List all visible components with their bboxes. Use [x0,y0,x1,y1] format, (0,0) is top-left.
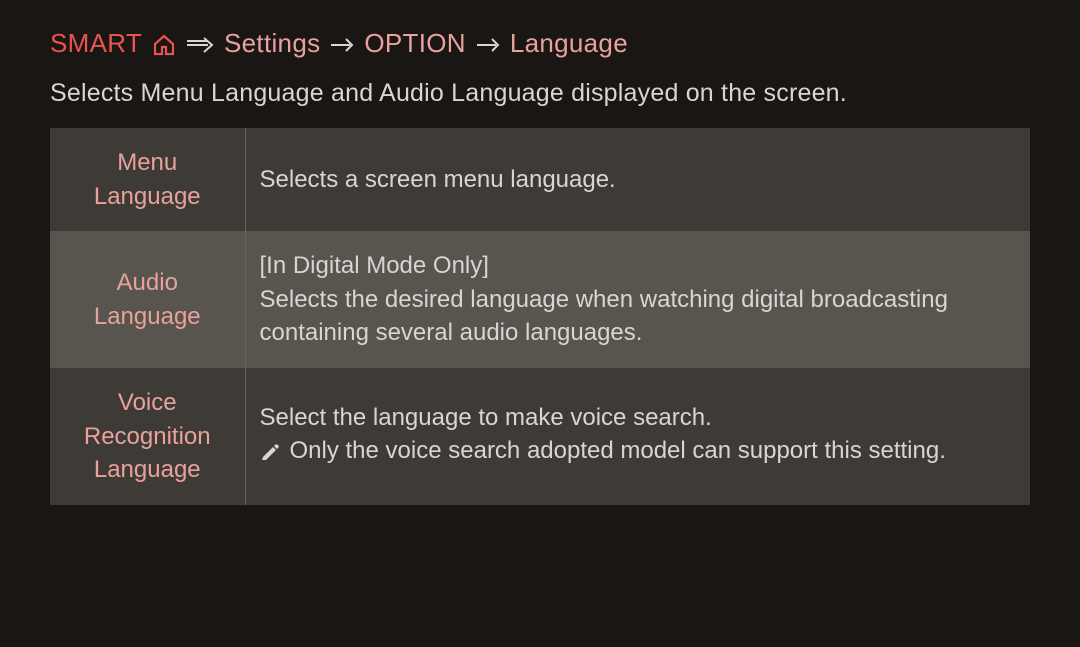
double-arrow-icon [186,28,214,59]
desc-prefix: [In Digital Mode Only] [260,249,1017,283]
breadcrumb-step-language: Language [510,28,628,59]
settings-table: Menu Language Selects a screen menu lang… [50,128,1030,505]
breadcrumb-smart: SMART [50,28,142,59]
breadcrumb-step-option: OPTION [364,28,465,59]
table-row: Audio Language [In Digital Mode Only] Se… [50,231,1030,368]
breadcrumb-step-settings: Settings [224,28,320,59]
note-text: Only the voice search adopted model can … [290,434,1017,468]
arrow-right-icon [330,28,354,59]
desc-text: Select the language to make voice search… [260,401,1017,435]
row-desc-menu-language: Selects a screen menu language. [245,128,1030,231]
table-row: Menu Language Selects a screen menu lang… [50,128,1030,231]
note-pencil-icon [260,438,280,472]
row-label-menu-language: Menu Language [50,128,245,231]
row-label-voice-recognition: Voice Recognition Language [50,368,245,505]
row-desc-audio-language: [In Digital Mode Only] Selects the desir… [245,231,1030,368]
page-description: Selects Menu Language and Audio Language… [50,79,1030,108]
note-line: Only the voice search adopted model can … [260,434,1017,472]
home-icon [152,28,176,59]
table-row: Voice Recognition Language Select the la… [50,368,1030,505]
row-desc-voice-recognition: Select the language to make voice search… [245,368,1030,505]
desc-text: Selects the desired language when watchi… [260,283,1017,350]
arrow-right-icon [476,28,500,59]
breadcrumb: SMART Settings OPTION Language [50,28,1030,59]
row-label-audio-language: Audio Language [50,231,245,368]
